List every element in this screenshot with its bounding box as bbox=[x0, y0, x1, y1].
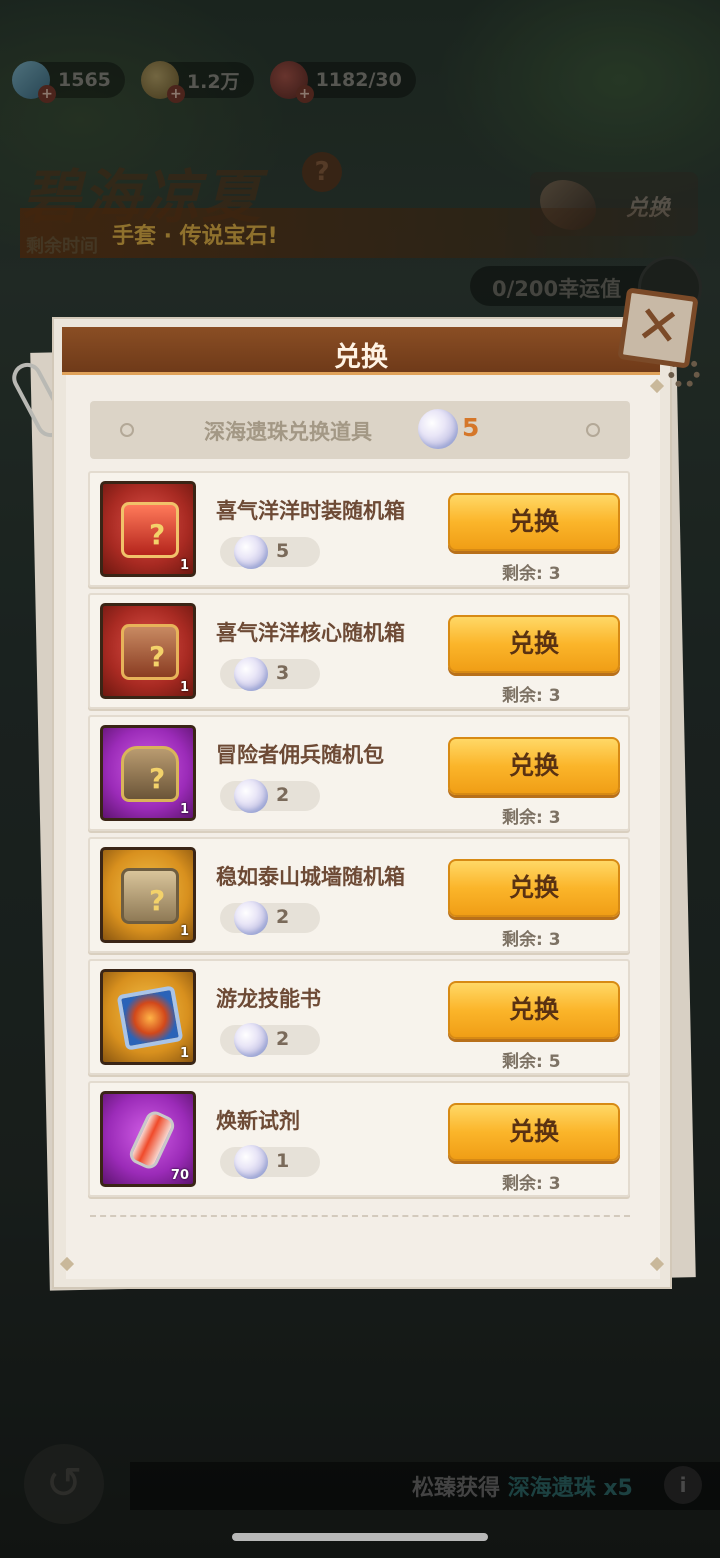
list-item: ? 1 冒险者佣兵随机包 2 兑换 剩余: 3 bbox=[88, 715, 630, 831]
exchange-list: ? 1 喜气洋洋时装随机箱 5 兑换 剩余: 3 ? 1 喜气洋洋核心随机箱 3… bbox=[88, 471, 630, 1203]
item-thumbnail[interactable]: ? 1 bbox=[100, 481, 196, 577]
exchange-button-label: 兑换 bbox=[508, 507, 559, 536]
item-cost-value: 2 bbox=[276, 784, 290, 806]
list-item: 1 游龙技能书 2 兑换 剩余: 5 bbox=[88, 959, 630, 1075]
item-cost: 2 bbox=[220, 1023, 320, 1057]
question-mark-icon: ? bbox=[149, 884, 166, 917]
item-thumbnail[interactable]: ? 1 bbox=[100, 603, 196, 699]
exchange-button-label: 兑换 bbox=[508, 1117, 559, 1146]
list-item: 70 焕新试剂 1 兑换 剩余: 3 bbox=[88, 1081, 630, 1197]
currency-amount: 5 bbox=[462, 413, 480, 442]
currency-row: 深海遗珠兑换道具 5 bbox=[90, 401, 630, 459]
pearl-icon bbox=[234, 535, 268, 569]
item-cost: 3 bbox=[220, 657, 320, 691]
item-quantity: 1 bbox=[179, 558, 189, 573]
reagent-vial-icon bbox=[126, 1108, 178, 1172]
dragon-skill-book-icon bbox=[116, 985, 184, 1051]
item-remaining: 剩余: 3 bbox=[502, 930, 561, 950]
item-name: 喜气洋洋核心随机箱 bbox=[216, 621, 405, 645]
exchange-button-label: 兑换 bbox=[508, 995, 559, 1024]
pearl-icon bbox=[418, 409, 458, 449]
item-thumbnail[interactable]: 1 bbox=[100, 969, 196, 1065]
item-cost-value: 3 bbox=[276, 662, 290, 684]
item-cost: 5 bbox=[220, 535, 320, 569]
item-quantity: 1 bbox=[179, 680, 189, 695]
list-item: ? 1 喜气洋洋时装随机箱 5 兑换 剩余: 3 bbox=[88, 471, 630, 587]
item-quantity: 1 bbox=[179, 924, 189, 939]
pearl-icon bbox=[234, 901, 268, 935]
pearl-icon bbox=[234, 657, 268, 691]
exchange-button-label: 兑换 bbox=[508, 629, 559, 658]
exchange-button[interactable]: 兑换 bbox=[448, 859, 620, 917]
item-thumbnail[interactable]: 70 bbox=[100, 1091, 196, 1187]
question-mark-icon: ? bbox=[149, 640, 166, 673]
pearl-icon bbox=[234, 779, 268, 813]
item-cost-value: 1 bbox=[276, 1150, 290, 1172]
home-indicator[interactable] bbox=[232, 1533, 488, 1541]
exchange-button[interactable]: 兑换 bbox=[448, 615, 620, 673]
currency-label: 深海遗珠兑换道具 bbox=[204, 420, 372, 444]
exchange-button[interactable]: 兑换 bbox=[448, 981, 620, 1039]
modal-header: 兑换 bbox=[62, 327, 660, 375]
item-cost-value: 5 bbox=[276, 540, 290, 562]
exchange-button[interactable]: 兑换 bbox=[448, 737, 620, 795]
close-button[interactable]: ✕ bbox=[617, 287, 699, 369]
item-quantity: 70 bbox=[170, 1168, 189, 1183]
item-remaining: 剩余: 3 bbox=[502, 686, 561, 706]
item-remaining: 剩余: 3 bbox=[502, 1174, 561, 1194]
item-cost: 2 bbox=[220, 901, 320, 935]
item-cost-value: 2 bbox=[276, 906, 290, 928]
item-name: 稳如泰山城墙随机箱 bbox=[216, 865, 405, 889]
exchange-button-label: 兑换 bbox=[508, 751, 559, 780]
pearl-icon bbox=[234, 1023, 268, 1057]
item-name: 喜气洋洋时装随机箱 bbox=[216, 499, 405, 523]
item-name: 冒险者佣兵随机包 bbox=[216, 743, 384, 767]
pearl-icon bbox=[234, 1145, 268, 1179]
item-remaining: 剩余: 5 bbox=[502, 1052, 561, 1072]
item-name: 焕新试剂 bbox=[216, 1109, 300, 1133]
exchange-button[interactable]: 兑换 bbox=[448, 493, 620, 551]
list-item: ? 1 喜气洋洋核心随机箱 3 兑换 剩余: 3 bbox=[88, 593, 630, 709]
item-thumbnail[interactable]: ? 1 bbox=[100, 847, 196, 943]
exchange-button-label: 兑换 bbox=[508, 873, 559, 902]
item-cost-value: 2 bbox=[276, 1028, 290, 1050]
exchange-button[interactable]: 兑换 bbox=[448, 1103, 620, 1161]
item-remaining: 剩余: 3 bbox=[502, 808, 561, 828]
dot-ornament bbox=[586, 423, 600, 437]
list-divider bbox=[90, 1215, 630, 1217]
item-cost: 1 bbox=[220, 1145, 320, 1179]
close-icon: ✕ bbox=[632, 294, 684, 360]
item-quantity: 1 bbox=[179, 1046, 189, 1061]
list-item: ? 1 稳如泰山城墙随机箱 2 兑换 剩余: 3 bbox=[88, 837, 630, 953]
item-quantity: 1 bbox=[179, 802, 189, 817]
question-mark-icon: ? bbox=[149, 518, 166, 551]
item-thumbnail[interactable]: ? 1 bbox=[100, 725, 196, 821]
item-cost: 2 bbox=[220, 779, 320, 813]
dot-ornament bbox=[120, 423, 134, 437]
question-mark-icon: ? bbox=[149, 762, 166, 795]
modal-title: 兑换 bbox=[334, 342, 388, 373]
item-remaining: 剩余: 3 bbox=[502, 564, 561, 584]
item-name: 游龙技能书 bbox=[216, 987, 321, 1011]
